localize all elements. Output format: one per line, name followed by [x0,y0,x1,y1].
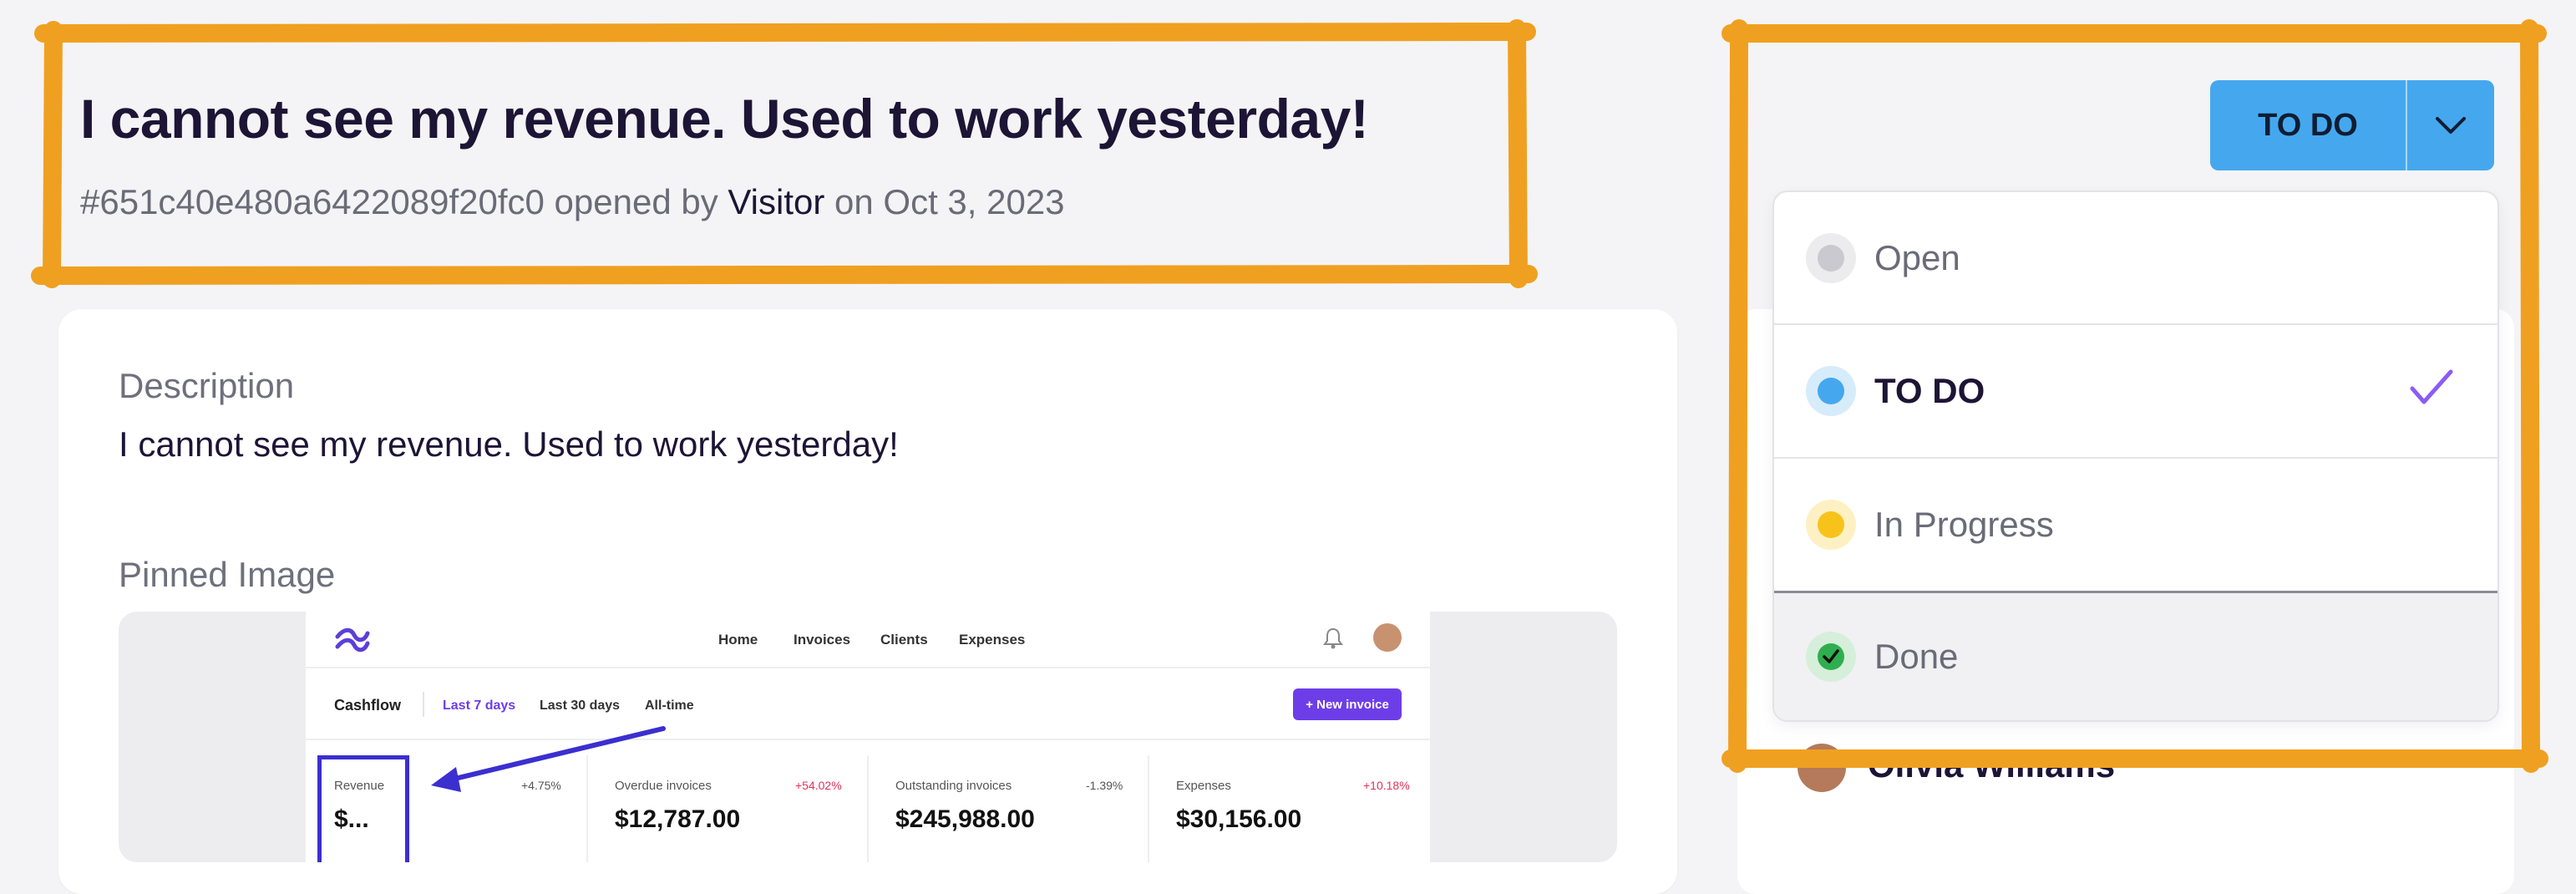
status-option-done[interactable]: Done [1774,593,2497,720]
opened-by-text: opened by [554,182,718,221]
status-dot-icon [1818,511,1844,538]
range-last-30-days: Last 30 days [540,698,621,713]
status-option-label: TO DO [1874,371,1985,410]
avatar [1373,623,1402,652]
assignee-name[interactable]: Olivia Williams [1868,745,2115,785]
range-last-7-days: Last 7 days [443,698,516,713]
description-label: Description [119,366,295,405]
bell-icon [1323,627,1343,649]
stat-value: $12,787.00 [615,805,741,833]
nav-invoices: Invoices [794,632,851,648]
status-dot-halo [1806,366,1856,416]
stat-value: $30,156.00 [1176,805,1302,833]
status-dot-halo [1806,500,1856,550]
divider [306,667,1430,668]
stat-change: +54.02% [795,779,842,792]
divider [867,755,869,862]
pinned-image-label: Pinned Image [119,555,336,594]
nav-clients: Clients [880,632,928,648]
status-option-todo[interactable]: TO DO [1774,325,2497,457]
status-option-label: Open [1874,238,1960,277]
assignee-avatar [1798,744,1846,792]
page-title: I cannot see my revenue. Used to work ye… [80,88,1369,150]
divider [1148,755,1149,862]
status-option-in-progress[interactable]: In Progress [1774,459,2497,591]
stat-value: $... [334,805,369,833]
status-option-label: In Progress [1874,505,2054,544]
stat-change: -1.39% [1086,779,1123,792]
status-menu: Open TO DO In Progress Done [1772,190,2499,722]
logo-icon [335,627,370,653]
stat-label: Outstanding invoices [895,779,1012,793]
range-all-time: All-time [645,698,694,713]
arrow-annotation-icon [431,726,666,792]
status-dot-icon [1818,245,1844,272]
author-name[interactable]: Visitor [728,182,824,221]
status-current-label[interactable]: TO DO [2210,80,2406,170]
status-dot-halo [1806,233,1856,283]
chevron-down-icon[interactable] [2407,80,2494,170]
cashflow-label: Cashflow [334,697,402,714]
new-invoice-button: + New invoice [1293,688,1402,720]
status-dot-icon [1818,643,1844,670]
status-dropdown-button[interactable]: TO DO [2210,80,2494,170]
stat-change: +10.18% [1363,779,1410,792]
status-dot-icon [1818,378,1844,404]
ticket-meta: #651c40e480a6422089f20fc0 opened by Visi… [80,182,1065,222]
stat-value: $245,988.00 [895,805,1035,833]
nav-expenses: Expenses [959,632,1026,648]
stat-label: Revenue [334,779,385,793]
checkmark-icon [2410,369,2453,404]
status-option-open[interactable]: Open [1774,192,2497,324]
description-text: I cannot see my revenue. Used to work ye… [119,424,899,464]
pinned-image[interactable]: Home Invoices Clients Expenses Cashflow … [306,612,1430,862]
divider [423,692,424,717]
stat-label: Expenses [1176,779,1231,793]
nav-home: Home [718,632,758,648]
status-dot-halo [1806,632,1856,682]
opened-date: on Oct 3, 2023 [834,182,1065,221]
check-icon [1823,649,1839,663]
ticket-id: #651c40e480a6422089f20fc0 [80,182,545,221]
status-option-label: Done [1874,637,1959,676]
